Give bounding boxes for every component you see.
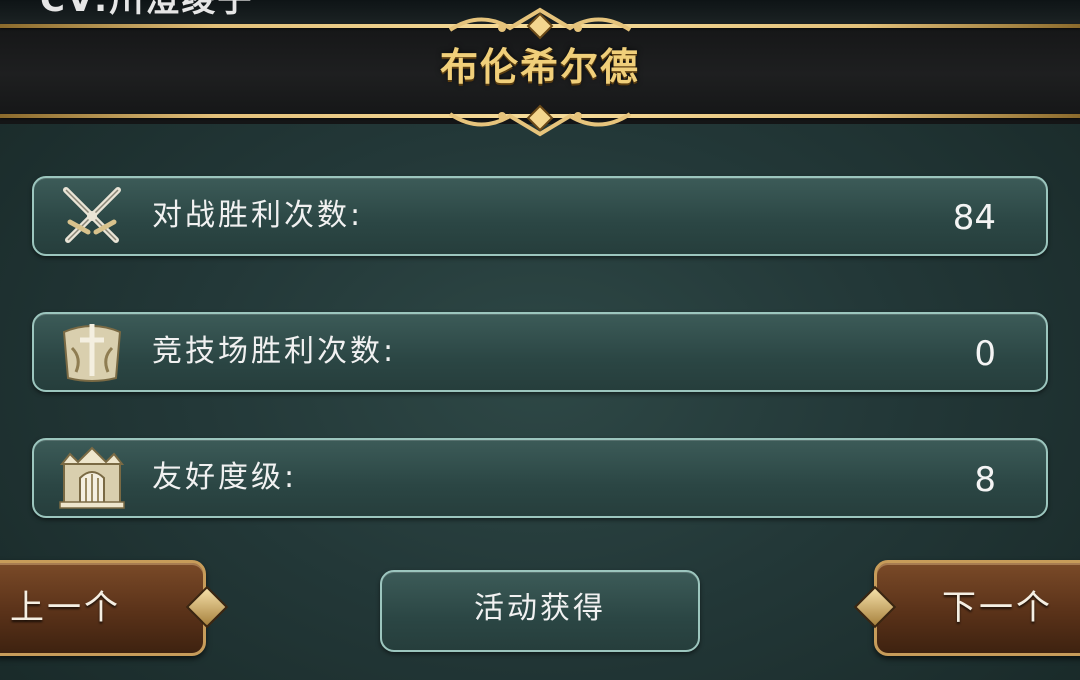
character-name-title: 布伦希尔德 — [439, 44, 640, 89]
crossed-swords-icon — [63, 187, 121, 243]
stat-label: 竞技场胜利次数: — [152, 334, 397, 369]
next-button-label: 下一个 — [942, 588, 1053, 628]
banner-ornament-top-icon — [448, 7, 632, 40]
prev-button-label: 上一个 — [10, 588, 121, 628]
stat-row-battle-wins: 对战胜利次数: 84 — [32, 176, 1048, 256]
character-profile-screen: CV:川澄绫子 布伦希尔德 对战胜利次数: 84 竞技场胜利次数: 0 友好度级… — [0, 0, 1080, 680]
stat-row-arena-wins: 竞技场胜利次数: 0 — [32, 312, 1048, 392]
prev-button[interactable]: 上一个 — [0, 560, 229, 656]
castle-gate-icon — [59, 446, 125, 509]
stat-label: 友好度级: — [152, 460, 298, 495]
arena-emblem-icon — [62, 324, 122, 382]
stat-value: 0 — [974, 334, 996, 374]
banner-ornament-bottom-icon — [448, 104, 632, 137]
stat-value: 8 — [974, 460, 996, 500]
event-obtain-button[interactable]: 活动获得 — [380, 570, 700, 652]
next-button[interactable]: 下一个 — [853, 560, 1080, 656]
stat-value: 84 — [952, 198, 996, 238]
stat-label: 对战胜利次数: — [152, 198, 364, 233]
voice-actor-text: CV:川澄绫子 — [40, 0, 254, 20]
stat-row-friendship-level: 友好度级: 8 — [32, 438, 1048, 518]
